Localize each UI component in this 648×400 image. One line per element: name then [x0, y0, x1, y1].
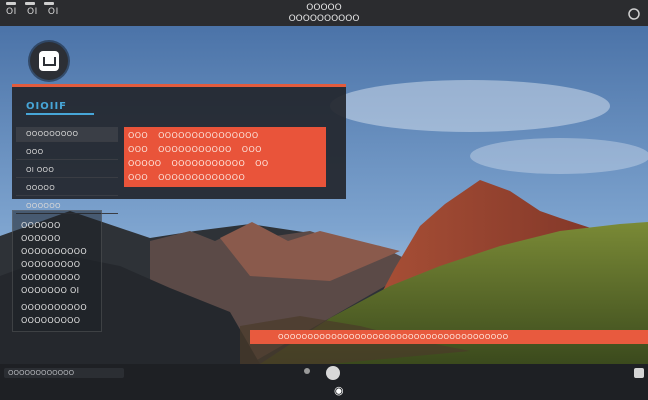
home-icon[interactable]	[326, 366, 340, 380]
info-line-3: OOOOOOOOOO	[21, 247, 87, 256]
status-dot	[304, 368, 310, 374]
sidebar-item-2[interactable]: OOO	[16, 145, 118, 160]
info-panel: OOOOOO OOOOOO OOOOOOOOOO OOOOOOOOO OOOOO…	[12, 210, 102, 332]
taskbar-left-label[interactable]: OOOOOOOOOOOO	[4, 368, 124, 378]
info-line-7: OOOOOOOOOO	[21, 303, 87, 312]
sidebar-item-4[interactable]: OOOOO	[16, 181, 118, 196]
content-row-1[interactable]: OOO OOOOOOOOOOOOOOO	[128, 129, 322, 143]
info-line-5: OOOOOOOOO	[21, 273, 81, 282]
close-icon[interactable]	[628, 5, 640, 20]
content-row-4[interactable]: OOO OOOOOOOOOOOOO	[128, 171, 322, 185]
window-title-line2: OOOOOOOOOO	[288, 14, 360, 24]
info-line-1: OOOOOO	[21, 221, 61, 230]
info-line-4: OOOOOOOOO	[21, 260, 81, 269]
sidebar-item-1[interactable]: OOOOOOOOO	[16, 127, 118, 142]
launcher-icon[interactable]: ◉	[334, 384, 344, 397]
taskbar: OOOOOOOOOOOO ◉	[0, 364, 648, 400]
settings-panel: OIOIIF OOOOOOOOO OOO OI OOO OOOOO OOOOOO…	[12, 84, 346, 214]
panel-sidebar: OOOOOOOOO OOO OI OOO OOOOO OOOOOO	[16, 127, 118, 217]
tray-button[interactable]	[634, 368, 644, 378]
app-icon-glyph	[39, 51, 59, 71]
app-icon[interactable]	[30, 42, 68, 80]
top-bar: OI OI OI OOOOO OOOOOOOOOO	[0, 0, 648, 27]
window-title-line1: OOOOO	[306, 3, 342, 13]
panel-title: OIOIIF	[26, 101, 67, 112]
info-line-8: OOOOOOOOO	[21, 316, 81, 325]
sidebar-item-3[interactable]: OI OOO	[16, 163, 118, 178]
content-row-3[interactable]: OOOOO OOOOOOOOOOO OO	[128, 157, 322, 171]
info-line-6: OOOOOOO OI	[21, 286, 80, 295]
content-row-2[interactable]: OOO OOOOOOOOOOO OOO	[128, 143, 322, 157]
window-title: OOOOO OOOOOOOOOO	[0, 3, 648, 25]
notification-bar[interactable]: OOOOOOOOOOOOOOOOOOOOOOOOOOOOOOOOOOOOOOO	[250, 330, 648, 344]
highlight-content-block: OOO OOOOOOOOOOOOOOO OOO OOOOOOOOOOO OOO OOO…	[124, 127, 326, 187]
info-line-2: OOOOOO	[21, 234, 61, 243]
panel-title-underline	[26, 113, 94, 115]
